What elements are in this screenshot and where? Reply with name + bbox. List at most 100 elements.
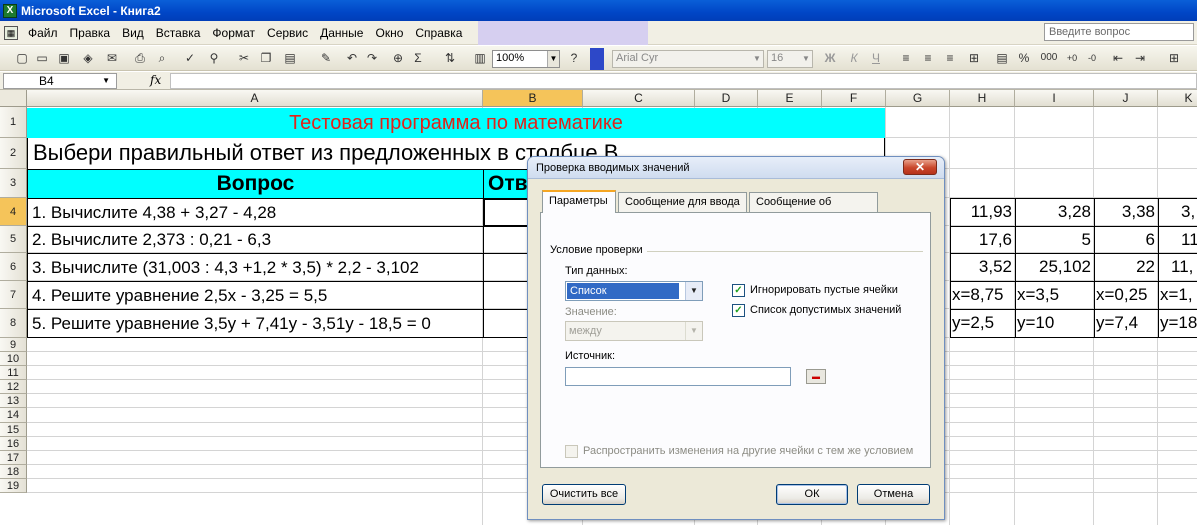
currency-icon[interactable]: ▤ bbox=[994, 50, 1010, 66]
row-header-3[interactable]: 3 bbox=[0, 169, 27, 198]
borders-icon[interactable]: ⊞ bbox=[1166, 50, 1182, 66]
row-header-9[interactable]: 9 bbox=[0, 338, 27, 352]
hyperlink-icon[interactable]: ⊕ bbox=[390, 50, 406, 66]
sheet-title-cell[interactable]: Тестовая программа по математике bbox=[27, 108, 885, 138]
new-icon[interactable]: ▢ bbox=[14, 50, 30, 66]
formula-input[interactable] bbox=[170, 73, 1197, 89]
workbook-menu-icon[interactable]: ▦ bbox=[4, 25, 18, 40]
open-icon[interactable]: ▭ bbox=[34, 50, 50, 66]
row-header-18[interactable]: 18 bbox=[0, 465, 27, 479]
option-cell-h[interactable]: 11,93 bbox=[950, 198, 1016, 227]
decrease-decimal-icon[interactable]: -0 bbox=[1084, 50, 1100, 66]
font-size-select[interactable]: 16 ▼ bbox=[767, 50, 813, 68]
row-header-10[interactable]: 10 bbox=[0, 352, 27, 366]
row-header-1[interactable]: 1 bbox=[0, 107, 27, 138]
menu-edit[interactable]: Правка bbox=[64, 23, 117, 43]
chevron-down-icon[interactable]: ▼ bbox=[685, 322, 702, 340]
collapse-dialog-icon[interactable]: ▬ bbox=[806, 369, 826, 384]
cut-icon[interactable]: ✂ bbox=[236, 50, 252, 66]
option-cell-k[interactable]: y=18 bbox=[1158, 309, 1197, 338]
sort-icon[interactable]: ⇅ bbox=[442, 50, 458, 66]
select-all-corner[interactable] bbox=[0, 90, 27, 107]
permission-icon[interactable]: ◈ bbox=[80, 50, 96, 66]
menu-window[interactable]: Окно bbox=[369, 23, 409, 43]
ignore-blank-checkbox[interactable]: ✓ bbox=[732, 284, 745, 297]
menu-format[interactable]: Формат bbox=[206, 23, 261, 43]
option-cell-j[interactable]: 3,38 bbox=[1094, 198, 1159, 227]
apply-all-checkbox[interactable] bbox=[565, 445, 578, 458]
menu-data[interactable]: Данные bbox=[314, 23, 369, 43]
close-icon[interactable]: ✕ bbox=[903, 159, 937, 175]
menu-help[interactable]: Справка bbox=[409, 23, 468, 43]
format-painter-icon[interactable]: ✎ bbox=[318, 50, 334, 66]
option-cell-i[interactable]: 25,102 bbox=[1015, 253, 1095, 282]
autosum-icon[interactable]: Σ bbox=[410, 50, 426, 66]
in-cell-dropdown-checkbox[interactable]: ✓ bbox=[732, 304, 745, 317]
align-right-icon[interactable]: ≡ bbox=[942, 50, 958, 66]
merge-center-icon[interactable]: ⊞ bbox=[966, 50, 982, 66]
save-icon[interactable]: ▣ bbox=[56, 50, 72, 66]
row-header-6[interactable]: 6 bbox=[0, 253, 27, 281]
increase-indent-icon[interactable]: ⇥ bbox=[1132, 50, 1148, 66]
source-input[interactable]: ▬ bbox=[565, 367, 826, 386]
redo-icon[interactable]: ↷ bbox=[364, 50, 380, 66]
cancel-button[interactable]: Отмена bbox=[857, 484, 930, 505]
print-preview-icon[interactable]: ⌕ bbox=[154, 50, 170, 66]
spelling-icon[interactable]: ✓ bbox=[182, 50, 198, 66]
tab-settings[interactable]: Параметры bbox=[542, 190, 616, 213]
help-icon[interactable]: ? bbox=[566, 50, 582, 66]
option-cell-j[interactable]: y=7,4 bbox=[1094, 309, 1159, 338]
row-header-16[interactable]: 16 bbox=[0, 437, 27, 451]
tab-error-alert[interactable]: Сообщение об ошибке bbox=[749, 192, 878, 226]
increase-decimal-icon[interactable]: +0 bbox=[1064, 50, 1080, 66]
row-header-4[interactable]: 4 bbox=[0, 198, 27, 226]
row-header-15[interactable]: 15 bbox=[0, 423, 27, 437]
option-cell-i[interactable]: y=10 bbox=[1015, 309, 1095, 338]
copy-icon[interactable]: ❐ bbox=[258, 50, 274, 66]
column-header-c[interactable]: C bbox=[583, 90, 695, 107]
column-header-e[interactable]: E bbox=[758, 90, 822, 107]
research-icon[interactable]: ⚲ bbox=[206, 50, 222, 66]
help-search-input[interactable]: Введите вопрос bbox=[1044, 23, 1194, 41]
thousands-button[interactable]: 000 bbox=[1038, 50, 1060, 66]
option-cell-i[interactable]: 5 bbox=[1015, 226, 1095, 254]
option-cell-h[interactable]: 17,6 bbox=[950, 226, 1016, 254]
font-dropdown-icon[interactable]: ▼ bbox=[751, 51, 763, 67]
row-header-11[interactable]: 11 bbox=[0, 366, 27, 380]
option-cell-h[interactable]: y=2,5 bbox=[950, 309, 1016, 338]
row-header-12[interactable]: 12 bbox=[0, 380, 27, 394]
email-icon[interactable]: ✉ bbox=[104, 50, 120, 66]
undo-icon[interactable]: ↶ bbox=[344, 50, 360, 66]
chart-wizard-icon[interactable]: ▥ bbox=[472, 50, 488, 66]
size-dropdown-icon[interactable]: ▼ bbox=[800, 51, 812, 67]
paste-icon[interactable]: ▤ bbox=[282, 50, 298, 66]
zoom-select[interactable]: 100% ▼ bbox=[492, 50, 560, 68]
menu-tools[interactable]: Сервис bbox=[261, 23, 314, 43]
row-header-7[interactable]: 7 bbox=[0, 281, 27, 309]
row-header-13[interactable]: 13 bbox=[0, 394, 27, 408]
column-header-k[interactable]: K bbox=[1158, 90, 1197, 107]
menu-file[interactable]: Файл bbox=[22, 23, 64, 43]
option-cell-k[interactable]: 11 bbox=[1158, 226, 1197, 254]
option-cell-k[interactable]: 11, bbox=[1158, 253, 1197, 282]
clear-all-button[interactable]: Очистить все bbox=[542, 484, 626, 505]
align-left-icon[interactable]: ≡ bbox=[898, 50, 914, 66]
italic-button[interactable]: К bbox=[846, 50, 862, 66]
question-header-cell[interactable]: Вопрос bbox=[27, 169, 484, 199]
option-cell-j[interactable]: 6 bbox=[1094, 226, 1159, 254]
bold-button[interactable]: Ж bbox=[822, 50, 838, 66]
question-cell[interactable]: 1. Вычислите 4,38 + 3,27 - 4,28 bbox=[27, 198, 484, 227]
align-center-icon[interactable]: ≡ bbox=[920, 50, 936, 66]
row-header-5[interactable]: 5 bbox=[0, 226, 27, 253]
font-name-select[interactable]: Arial Cyr ▼ bbox=[612, 50, 764, 68]
row-header-19[interactable]: 19 bbox=[0, 479, 27, 493]
option-cell-k[interactable]: 3, bbox=[1158, 198, 1197, 227]
chevron-down-icon[interactable]: ▼ bbox=[685, 282, 702, 300]
option-cell-i[interactable]: 3,28 bbox=[1015, 198, 1095, 227]
option-cell-i[interactable]: x=3,5 bbox=[1015, 281, 1095, 310]
name-box[interactable]: B4 ▼ bbox=[3, 73, 117, 89]
option-cell-h[interactable]: x=8,75 bbox=[950, 281, 1016, 310]
question-cell[interactable]: 2. Вычислите 2,373 : 0,21 - 6,3 bbox=[27, 226, 484, 254]
row-header-17[interactable]: 17 bbox=[0, 451, 27, 465]
column-header-b[interactable]: B bbox=[483, 90, 583, 107]
